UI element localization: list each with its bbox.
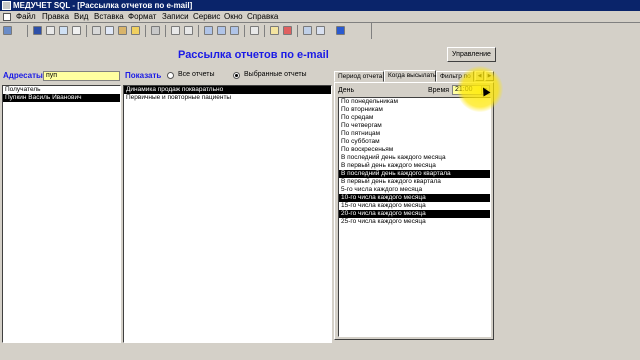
find-icon[interactable] [250, 26, 259, 35]
list-item[interactable]: 25-го числа каждого месяца [339, 218, 490, 226]
addressees-label: Адресаты [3, 71, 43, 80]
menu-edit[interactable]: Правка [42, 11, 69, 23]
menu-help[interactable]: Справка [247, 11, 278, 23]
toolbar [0, 23, 372, 39]
list-item[interactable]: В первый день каждого месяца [339, 162, 490, 170]
print-icon[interactable] [46, 26, 55, 35]
list-item[interactable]: По понедельникам [339, 98, 490, 106]
tab-scroll-right-icon[interactable]: ▶ [485, 71, 494, 81]
menu-view[interactable]: Вид [74, 11, 88, 23]
time-label: Время [428, 87, 450, 94]
time-value: 21:00 [455, 86, 473, 93]
application-window: МЕДУЧЕТ SQL - [Рассылка отчетов по e-mai… [0, 0, 640, 360]
help-icon[interactable] [336, 26, 345, 35]
tab-report-period[interactable]: Период отчета [334, 71, 384, 82]
tab-filter[interactable]: Фильтр по [436, 71, 474, 82]
list-item[interactable]: В последний день каждого месяца [339, 154, 490, 162]
toolbar-separator [27, 25, 28, 37]
list-item[interactable]: 10-го числа каждого месяца [339, 194, 490, 202]
page-title: Рассылка отчетов по e-mail [178, 49, 329, 61]
print-preview-icon[interactable] [59, 26, 68, 35]
spell-check-icon[interactable] [72, 26, 81, 35]
paste-icon[interactable] [118, 26, 127, 35]
list-item[interactable]: 20-го числа каждого месяца [339, 210, 490, 218]
when-to-send-page: День Время 21:00 ▼ По понедельникам По вт… [334, 82, 494, 340]
title-bar: МЕДУЧЕТ SQL - [Рассылка отчетов по e-mai… [0, 0, 640, 11]
list-item[interactable]: По пятницам [339, 130, 490, 138]
list-item[interactable]: 5-го числа каждого месяца [339, 186, 490, 194]
tab-scroll-left-icon[interactable]: ◀ [475, 71, 484, 81]
toolbar-separator [297, 25, 298, 37]
menu-window[interactable]: Окно [224, 11, 243, 23]
delete-record-icon[interactable] [283, 26, 292, 35]
app-icon [2, 1, 11, 10]
toolbar-options-icon[interactable] [350, 26, 359, 35]
show-label: Показать [125, 71, 162, 80]
toolbar-separator [165, 25, 166, 37]
document-icon[interactable] [3, 13, 11, 21]
format-painter-icon[interactable] [131, 26, 140, 35]
apply-filter-icon[interactable] [230, 26, 239, 35]
tab-when-to-send[interactable]: Когда высылать [384, 70, 436, 82]
undo-icon[interactable] [151, 26, 160, 35]
cut-icon[interactable] [92, 26, 101, 35]
email-reports-form: Рассылка отчетов по e-mail Управление Ад… [0, 40, 640, 360]
reports-list[interactable]: Динамика продаж покваратльно Первичные и… [123, 85, 332, 343]
toolbar-separator [264, 25, 265, 37]
radio-selected-reports-label: Выбранные отчеты [244, 71, 307, 78]
menu-tools[interactable]: Сервис [193, 11, 220, 23]
list-item[interactable]: 15-го числа каждого месяца [339, 202, 490, 210]
new-record-icon[interactable] [270, 26, 279, 35]
list-item[interactable]: В последний день каждого квартала [339, 170, 490, 178]
list-item[interactable]: По средам [339, 114, 490, 122]
save-icon[interactable] [33, 26, 42, 35]
list-item[interactable]: Пупкин Василь Иванович [3, 94, 120, 102]
toolbar-separator [86, 25, 87, 37]
new-object-icon[interactable] [316, 26, 325, 35]
menu-bar: Файл Правка Вид Вставка Формат Записи Се… [0, 11, 640, 23]
menu-insert[interactable]: Вставка [94, 11, 124, 23]
days-list[interactable]: По понедельникам По вторникам По средам По … [338, 97, 491, 337]
list-item[interactable]: По вторникам [339, 106, 490, 114]
sort-desc-icon[interactable] [184, 26, 193, 35]
day-label: День [338, 87, 355, 94]
list-item[interactable]: По четвергам [339, 122, 490, 130]
manage-button[interactable]: Управление [447, 47, 496, 62]
list-item[interactable]: Динамика продаж покваратльно [124, 86, 331, 94]
toolbar-separator [244, 25, 245, 37]
list-item[interactable]: Получатель [3, 86, 120, 94]
sort-asc-icon[interactable] [171, 26, 180, 35]
toolbar-separator [145, 25, 146, 37]
recipients-list[interactable]: Получатель Пупкин Василь Иванович [2, 85, 121, 343]
list-item[interactable]: По субботам [339, 138, 490, 146]
filter-by-selection-icon[interactable] [204, 26, 213, 35]
filter-by-form-icon[interactable] [217, 26, 226, 35]
copy-icon[interactable] [105, 26, 114, 35]
menu-records[interactable]: Записи [162, 11, 189, 23]
toolbar-separator [198, 25, 199, 37]
list-item[interactable]: В первый день каждого квартала [339, 178, 490, 186]
addressee-search-input[interactable]: пуп [43, 71, 120, 81]
radio-all-reports-label: Все отчеты [178, 71, 215, 78]
list-item[interactable]: По воскресеньям [339, 146, 490, 154]
menu-format[interactable]: Формат [128, 11, 156, 23]
design-view-icon[interactable] [3, 26, 12, 35]
window-title: МЕДУЧЕТ SQL - [Рассылка отчетов по e-mai… [13, 1, 193, 10]
database-window-icon[interactable] [303, 26, 312, 35]
radio-selected-reports[interactable] [233, 72, 240, 79]
radio-all-reports[interactable] [167, 72, 174, 79]
list-item[interactable]: Первичные и повторные пациенты [124, 94, 331, 102]
menu-file[interactable]: Файл [16, 11, 36, 23]
